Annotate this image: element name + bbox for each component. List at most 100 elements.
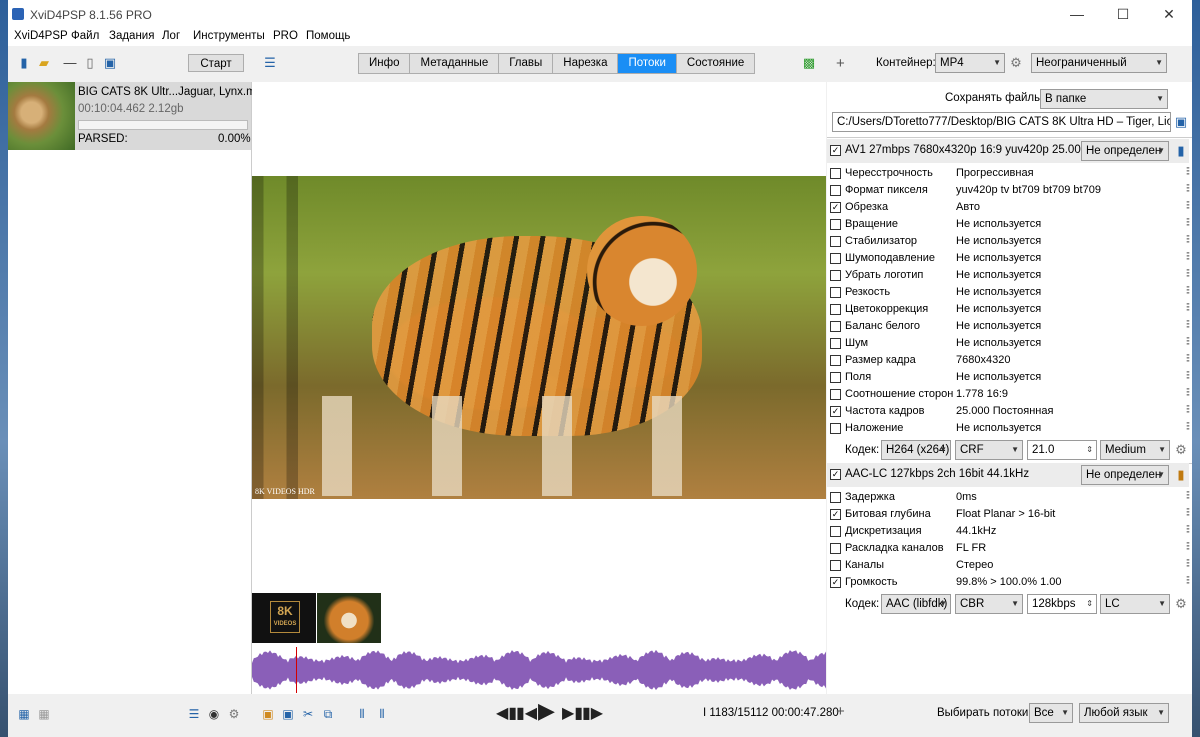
- video-filter-row[interactable]: Баланс белого Не используется ⫶⫶⫶: [830, 318, 1192, 335]
- list-view-icon[interactable]: ☰: [262, 55, 278, 71]
- video-filter-checkbox[interactable]: [830, 321, 841, 332]
- audio-stream-icon[interactable]: ▮: [1173, 467, 1189, 483]
- video-filter-row[interactable]: Цветокоррекция Не используется ⫶⫶⫶: [830, 301, 1192, 318]
- list-icon[interactable]: ☰: [186, 706, 202, 722]
- video-filter-checkbox[interactable]: [830, 338, 841, 349]
- video-filter-row[interactable]: Стабилизатор Не используется ⫶⫶⫶: [830, 233, 1192, 250]
- eye-icon[interactable]: ◉: [206, 706, 222, 722]
- video-filter-row[interactable]: Формат пикселя yuv420p tv bt709 bt709 bt7…: [830, 182, 1192, 199]
- add-button[interactable]: +: [836, 55, 845, 72]
- menu-tools[interactable]: Инструменты: [193, 30, 265, 42]
- video-codec-gear-icon[interactable]: ⚙: [1173, 442, 1189, 458]
- adjust-sliders-icon[interactable]: ⫶⫶⫶: [1186, 183, 1191, 196]
- video-filter-checkbox[interactable]: [830, 270, 841, 281]
- video-filter-checkbox[interactable]: ✓: [830, 202, 841, 213]
- step-back-icon[interactable]: ▮◀: [516, 704, 537, 724]
- audio-language-select[interactable]: Не определен ▼: [1081, 465, 1169, 485]
- audio-filter-row[interactable]: ✓ Битовая глубина Float Planar > 16-bit ⫶⫶⫶: [830, 506, 1192, 523]
- cut-icon[interactable]: ✂: [300, 706, 316, 722]
- image-icon[interactable]: ▣: [260, 706, 276, 722]
- video-crf-value-stepper[interactable]: 21.0 ⇕: [1027, 440, 1097, 460]
- menu-pro[interactable]: PRO: [273, 30, 298, 42]
- adjust-sliders-icon[interactable]: ⫶⫶⫶: [1186, 166, 1191, 179]
- marker-b-icon[interactable]: ⦀: [374, 706, 390, 722]
- adjust-sliders-icon[interactable]: ⫶⫶⫶: [1186, 268, 1191, 281]
- video-filter-row[interactable]: Наложение Не используется ⫶⫶⫶: [830, 420, 1192, 437]
- start-button[interactable]: Старт: [188, 54, 244, 72]
- next-frame-icon[interactable]: ▮▶: [582, 704, 603, 724]
- prev-frame-icon[interactable]: ◀▮: [496, 704, 517, 724]
- audio-filter-row[interactable]: Дискретизация 44.1kHz ⫶⫶⫶: [830, 523, 1192, 540]
- adjust-sliders-icon[interactable]: ⫶⫶⫶: [1186, 200, 1191, 213]
- language-filter-select[interactable]: Любой язык ▼: [1079, 703, 1169, 723]
- open-folder-icon[interactable]: ▰: [36, 55, 52, 71]
- adjust-sliders-icon[interactable]: ⫶⫶⫶: [1186, 302, 1191, 315]
- adjust-sliders-icon[interactable]: ⫶⫶⫶: [1186, 217, 1191, 230]
- timeline[interactable]: 8K VIDEOS: [252, 593, 826, 694]
- tab-cutting[interactable]: Нарезка: [553, 54, 619, 73]
- adjust-sliders-icon[interactable]: ⫶⫶⫶: [1186, 507, 1191, 520]
- frame-icon[interactable]: ▣: [280, 706, 296, 722]
- video-stream-checkbox[interactable]: ✓: [830, 145, 841, 156]
- video-rate-mode-select[interactable]: CRF ▼: [955, 440, 1023, 460]
- tab-chapters[interactable]: Главы: [499, 54, 554, 73]
- add-file-icon[interactable]: ▩: [801, 55, 817, 71]
- video-stream-icon[interactable]: ▮: [1173, 143, 1189, 159]
- video-filter-checkbox[interactable]: [830, 287, 841, 298]
- video-filter-checkbox[interactable]: [830, 253, 841, 264]
- maximize-button[interactable]: ☐: [1100, 0, 1146, 28]
- video-filter-row[interactable]: Чересстрочность Прогрессивная ⫶⫶⫶: [830, 165, 1192, 182]
- adjust-sliders-icon[interactable]: ⫶⫶⫶: [1186, 575, 1191, 588]
- menu-file[interactable]: Файл: [71, 30, 99, 42]
- adjust-sliders-icon[interactable]: ⫶⫶⫶: [1186, 558, 1191, 571]
- video-preview[interactable]: 8K VIDEOS HDR: [252, 176, 826, 499]
- video-filter-checkbox[interactable]: [830, 355, 841, 366]
- audio-stream-checkbox[interactable]: ✓: [830, 469, 841, 480]
- grid-icon[interactable]: ▦: [36, 706, 52, 722]
- adjust-sliders-icon[interactable]: ⫶⫶⫶: [1186, 251, 1191, 264]
- adjust-sliders-icon[interactable]: ⫶⫶⫶: [1186, 353, 1191, 366]
- audio-filter-checkbox[interactable]: ✓: [830, 577, 841, 588]
- video-filter-row[interactable]: Убрать логотип Не используется ⫶⫶⫶: [830, 267, 1192, 284]
- play-icon[interactable]: ▶: [538, 700, 555, 722]
- audio-bitrate-stepper[interactable]: 128kbps ⇕: [1027, 594, 1097, 614]
- video-preset-select[interactable]: Medium ▼: [1100, 440, 1170, 460]
- video-filter-checkbox[interactable]: [830, 219, 841, 230]
- preview-gear-icon[interactable]: ⚙: [226, 706, 242, 722]
- video-filter-checkbox[interactable]: ✓: [830, 406, 841, 417]
- adjust-sliders-icon[interactable]: ⫶⫶⫶: [1186, 234, 1191, 247]
- audio-rate-mode-select[interactable]: CBR ▼: [955, 594, 1023, 614]
- save-path-icon[interactable]: ▣: [1173, 114, 1189, 130]
- size-limit-select[interactable]: Неограниченный ▼: [1031, 53, 1167, 73]
- video-filter-checkbox[interactable]: [830, 389, 841, 400]
- audio-filter-checkbox[interactable]: ✓: [830, 509, 841, 520]
- save-icon[interactable]: ▣: [102, 55, 118, 71]
- streams-filter-select[interactable]: Все ▼: [1029, 703, 1073, 723]
- menu-xvid4psp[interactable]: XviD4PSP: [14, 30, 68, 42]
- video-language-select[interactable]: Не определен ▼: [1081, 141, 1169, 161]
- video-filter-checkbox[interactable]: [830, 236, 841, 247]
- video-filter-checkbox[interactable]: [830, 304, 841, 315]
- adjust-sliders-icon[interactable]: ⫶⫶⫶: [1186, 370, 1191, 383]
- video-filter-row[interactable]: ✓ Обрезка Авто ⫶⫶⫶: [830, 199, 1192, 216]
- playhead[interactable]: [296, 647, 297, 693]
- tab-info[interactable]: Инфо: [359, 54, 411, 73]
- container-settings-gear-icon[interactable]: ⚙: [1008, 55, 1024, 71]
- adjust-sliders-icon[interactable]: ⫶⫶⫶: [1186, 336, 1191, 349]
- tab-status[interactable]: Состояние: [677, 54, 754, 73]
- tab-metadata[interactable]: Метаданные: [410, 54, 500, 73]
- adjust-sliders-icon[interactable]: ⫶⫶⫶: [1186, 541, 1191, 554]
- crop-icon[interactable]: ⧉: [320, 706, 336, 722]
- save-mode-select[interactable]: В папке ▼: [1040, 89, 1168, 109]
- audio-codec-select[interactable]: AAC (libfdk) ▼: [881, 594, 951, 614]
- adjust-sliders-icon[interactable]: ⫶⫶⫶: [1186, 490, 1191, 503]
- video-filter-checkbox[interactable]: [830, 185, 841, 196]
- list-item[interactable]: BIG CATS 8K Ultr...Jaguar, Lynx.mp4 00:1…: [8, 82, 268, 150]
- audio-profile-select[interactable]: LC ▼: [1100, 594, 1170, 614]
- audio-filter-row[interactable]: ✓ Громкость 99.8% > 100.0% 1.00 ⫶⫶⫶: [830, 574, 1192, 591]
- video-filter-row[interactable]: Резкость Не используется ⫶⫶⫶: [830, 284, 1192, 301]
- adjust-sliders-icon[interactable]: ⫶⫶⫶: [1186, 387, 1191, 400]
- video-filter-row[interactable]: Соотношение сторон 1.778 16:9 ⫶⫶⫶: [830, 386, 1192, 403]
- batch-icon[interactable]: ▦: [16, 706, 32, 722]
- audio-filter-row[interactable]: Задержка 0ms ⫶⫶⫶: [830, 489, 1192, 506]
